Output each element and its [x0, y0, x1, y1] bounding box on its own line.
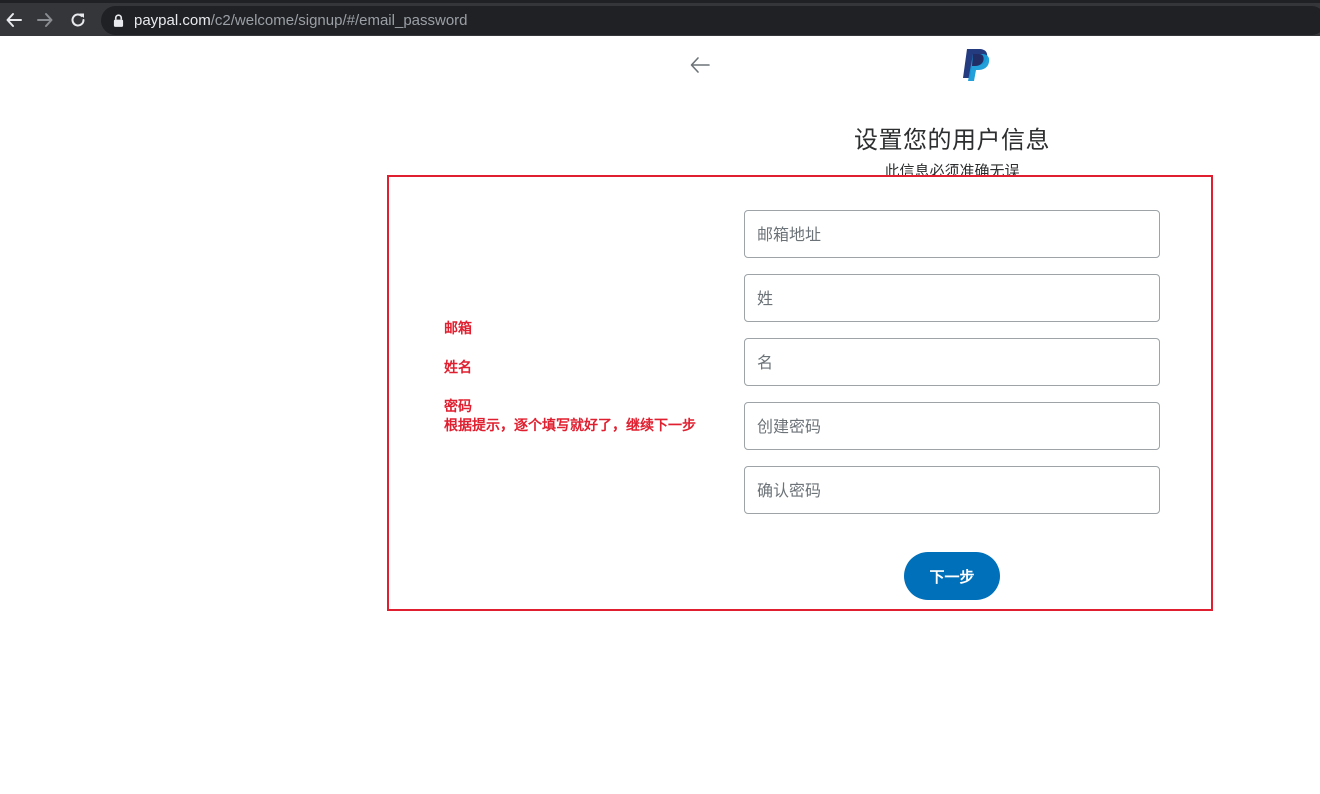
page-title: 设置您的用户信息	[854, 126, 1050, 154]
next-button[interactable]: 下一步	[904, 552, 1000, 600]
browser-reload-button[interactable]	[66, 8, 90, 32]
confirm-password-field[interactable]	[744, 466, 1160, 514]
url-domain: paypal.com	[134, 12, 211, 29]
reload-icon	[71, 13, 85, 27]
annotation-instruction: 根据提示，逐个填写就好了，继续下一步	[444, 418, 696, 434]
forward-icon	[37, 13, 53, 27]
first-name-field[interactable]	[744, 338, 1160, 386]
url-path: /c2/welcome/signup/#/email_password	[210, 12, 468, 29]
annotation-name: 姓名	[444, 360, 472, 376]
browser-forward-button[interactable]	[33, 8, 57, 32]
address-bar[interactable]: paypal.com/c2/welcome/signup/#/email_pas…	[101, 6, 1320, 35]
page-subtitle: 此信息必须准确无误	[884, 162, 1020, 176]
create-password-field[interactable]	[744, 402, 1160, 450]
url-text: paypal.com/c2/welcome/signup/#/email_pas…	[134, 12, 468, 29]
browser-toolbar: paypal.com/c2/welcome/signup/#/email_pas…	[0, 0, 1320, 36]
arrow-left-icon[interactable]	[688, 53, 712, 77]
lock-icon	[113, 14, 125, 28]
email-field[interactable]	[744, 210, 1160, 258]
paypal-logo	[963, 49, 990, 81]
annotation-email: 邮箱	[444, 321, 472, 337]
browser-back-button[interactable]	[2, 8, 26, 32]
last-name-field[interactable]	[744, 274, 1160, 322]
back-icon	[6, 13, 22, 27]
annotation-password: 密码	[444, 399, 472, 415]
